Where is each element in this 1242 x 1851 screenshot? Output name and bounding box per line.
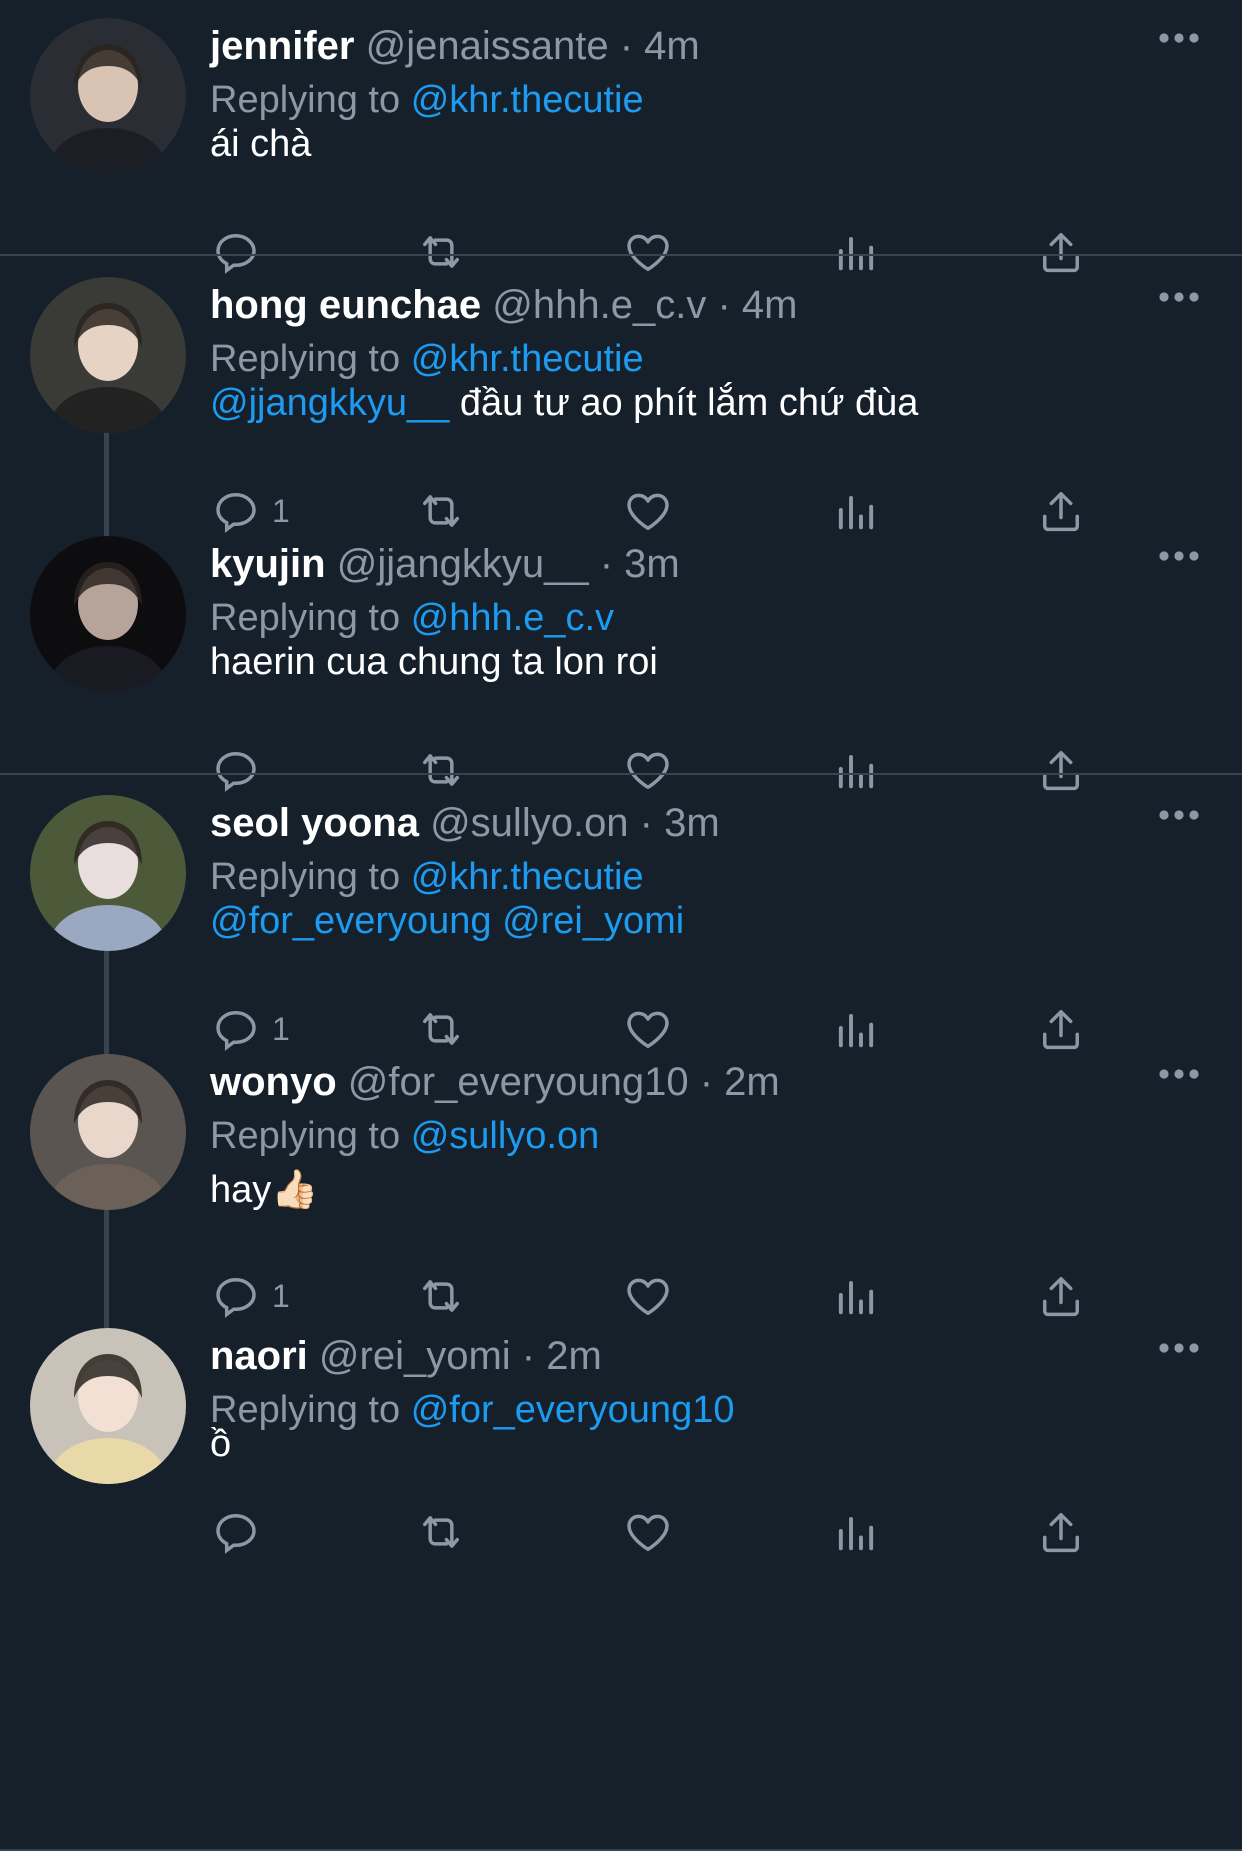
replying-to: Replying to @hhh.e_c.v [210, 594, 614, 642]
timestamp[interactable]: 3m [664, 801, 720, 845]
timestamp[interactable]: 2m [724, 1060, 780, 1104]
user-handle[interactable]: @jjangkkyu__ [337, 542, 589, 586]
tweet-body: haerin cua chung ta lon roi [210, 641, 658, 683]
display-name[interactable]: seol yoona [210, 801, 419, 845]
reply-icon [216, 1514, 256, 1554]
replying-to-label: Replying to [210, 79, 401, 121]
display-name[interactable]: hong eunchae [210, 283, 481, 327]
replying-to-label: Replying to [210, 338, 401, 380]
retweet-button[interactable] [415, 1502, 467, 1562]
replying-to-handle[interactable]: @sullyo.on [411, 1115, 600, 1157]
reply-tweet[interactable]: kyujin @jjangkkyu__ · 3m Replying to @hhh… [0, 518, 1242, 800]
tweet-body: đầu tư ao phít lắm chứ đùa [449, 382, 919, 424]
tweet-body: ái chà [210, 123, 312, 165]
replying-to-handle[interactable]: @khr.thecutie [411, 79, 644, 121]
divider [0, 254, 1242, 256]
timestamp[interactable]: 2m [546, 1334, 602, 1378]
like-button[interactable] [622, 1502, 674, 1562]
replying-to-handle[interactable]: @hhh.e_c.v [411, 597, 614, 639]
heart-icon [627, 1514, 669, 1552]
tweet-text: @jjangkkyu__ đầu tư ao phít lắm chứ đùa [210, 379, 918, 427]
replying-to: Replying to @khr.thecutie [210, 853, 644, 901]
share-button[interactable] [1035, 1502, 1087, 1562]
replying-to-handle[interactable]: @khr.thecutie [411, 856, 644, 898]
replying-to: Replying to @khr.thecutie [210, 335, 644, 383]
tweet-header: kyujin @jjangkkyu__ · 3m [210, 540, 680, 588]
more-icon [1159, 1069, 1199, 1079]
separator-dot: · [510, 1334, 547, 1378]
user-handle[interactable]: @for_everyoung10 [348, 1060, 689, 1104]
replying-to-label: Replying to [210, 1115, 401, 1157]
reply-count: 1 [272, 1277, 290, 1314]
replying-to: Replying to @khr.thecutie [210, 76, 644, 124]
more-options-button[interactable] [1158, 548, 1200, 564]
user-handle[interactable]: @rei_yomi [319, 1334, 511, 1378]
action-bar [210, 1502, 1110, 1562]
retweet-icon [423, 1516, 459, 1548]
mention-link[interactable]: @for_everyoung @rei_yomi [210, 900, 684, 942]
timestamp[interactable]: 4m [644, 24, 700, 68]
mention-link[interactable]: @jjangkkyu__ [210, 382, 449, 424]
more-icon [1159, 33, 1199, 43]
tweet-header: hong eunchae @hhh.e_c.v · 4m [210, 281, 797, 329]
timestamp[interactable]: 4m [742, 283, 798, 327]
reply-tweet[interactable]: wonyo @for_everyoung10 · 2m Replying to @… [0, 1036, 1242, 1352]
replying-to-label: Replying to [210, 856, 401, 898]
views-chart-icon [838, 1517, 874, 1551]
user-handle[interactable]: @hhh.e_c.v [492, 283, 706, 327]
avatar[interactable] [30, 795, 186, 951]
tweet-text: ái chà [210, 120, 311, 168]
views-button[interactable] [830, 1502, 882, 1562]
more-options-button[interactable] [1158, 1066, 1200, 1082]
display-name[interactable]: jennifer [210, 24, 354, 68]
tweet-header: wonyo @for_everyoung10 · 2m [210, 1058, 780, 1106]
tweet-header: seol yoona @sullyo.on · 3m [210, 799, 720, 847]
timestamp[interactable]: 3m [624, 542, 680, 586]
tweet-header: jennifer @jenaissante · 4m [210, 22, 700, 70]
reply-tweet[interactable]: jennifer @jenaissante · 4m Replying to @k… [0, 0, 1242, 282]
more-options-button[interactable] [1158, 807, 1200, 823]
separator-dot: · [628, 801, 665, 845]
reply-tweet[interactable]: seol yoona @sullyo.on · 3m Replying to @k… [0, 777, 1242, 1059]
tweet-text: hay👍🏻 [210, 1166, 319, 1214]
replying-to-handle[interactable]: @for_everyoung10 [411, 1389, 735, 1431]
avatar[interactable] [30, 1328, 186, 1484]
reply-tweet[interactable]: hong eunchae @hhh.e_c.v · 4m Replying to … [0, 259, 1242, 541]
tweet-text: haerin cua chung ta lon roi [210, 638, 658, 686]
display-name[interactable]: wonyo [210, 1060, 337, 1104]
tweet-body: ồ [210, 1423, 232, 1465]
replying-to-label: Replying to [210, 597, 401, 639]
avatar[interactable] [30, 1054, 186, 1210]
separator-dot: · [688, 1060, 725, 1104]
separator-dot: · [706, 283, 742, 327]
reply-button[interactable] [210, 1502, 262, 1562]
more-options-button[interactable] [1158, 30, 1200, 46]
avatar[interactable] [30, 18, 186, 174]
more-options-button[interactable] [1158, 1340, 1200, 1356]
display-name[interactable]: kyujin [210, 542, 326, 586]
user-handle[interactable]: @jenaissante [366, 24, 609, 68]
reply-tweet[interactable]: naori @rei_yomi · 2m Replying to @for_eve… [0, 1310, 1242, 1562]
separator-dot: · [588, 542, 625, 586]
share-icon [1043, 1512, 1079, 1553]
replying-to-handle[interactable]: @khr.thecutie [411, 338, 644, 380]
replying-to-label: Replying to [210, 1389, 401, 1431]
tweet-text: @for_everyoung @rei_yomi [210, 897, 684, 945]
more-options-button[interactable] [1158, 289, 1200, 305]
avatar[interactable] [30, 536, 186, 692]
more-icon [1159, 1343, 1199, 1353]
divider [0, 773, 1242, 775]
display-name[interactable]: naori [210, 1334, 308, 1378]
tweet-body: hay👍🏻 [210, 1169, 319, 1211]
avatar[interactable] [30, 277, 186, 433]
separator-dot: · [608, 24, 645, 68]
more-icon [1159, 551, 1199, 561]
tweet-header: naori @rei_yomi · 2m [210, 1332, 602, 1380]
replying-to: Replying to @sullyo.on [210, 1112, 599, 1160]
more-icon [1159, 292, 1199, 302]
user-handle[interactable]: @sullyo.on [430, 801, 628, 845]
replying-to: Replying to @for_everyoung10 [210, 1386, 734, 1434]
more-icon [1159, 810, 1199, 820]
tweet-text: ồ [210, 1420, 231, 1468]
